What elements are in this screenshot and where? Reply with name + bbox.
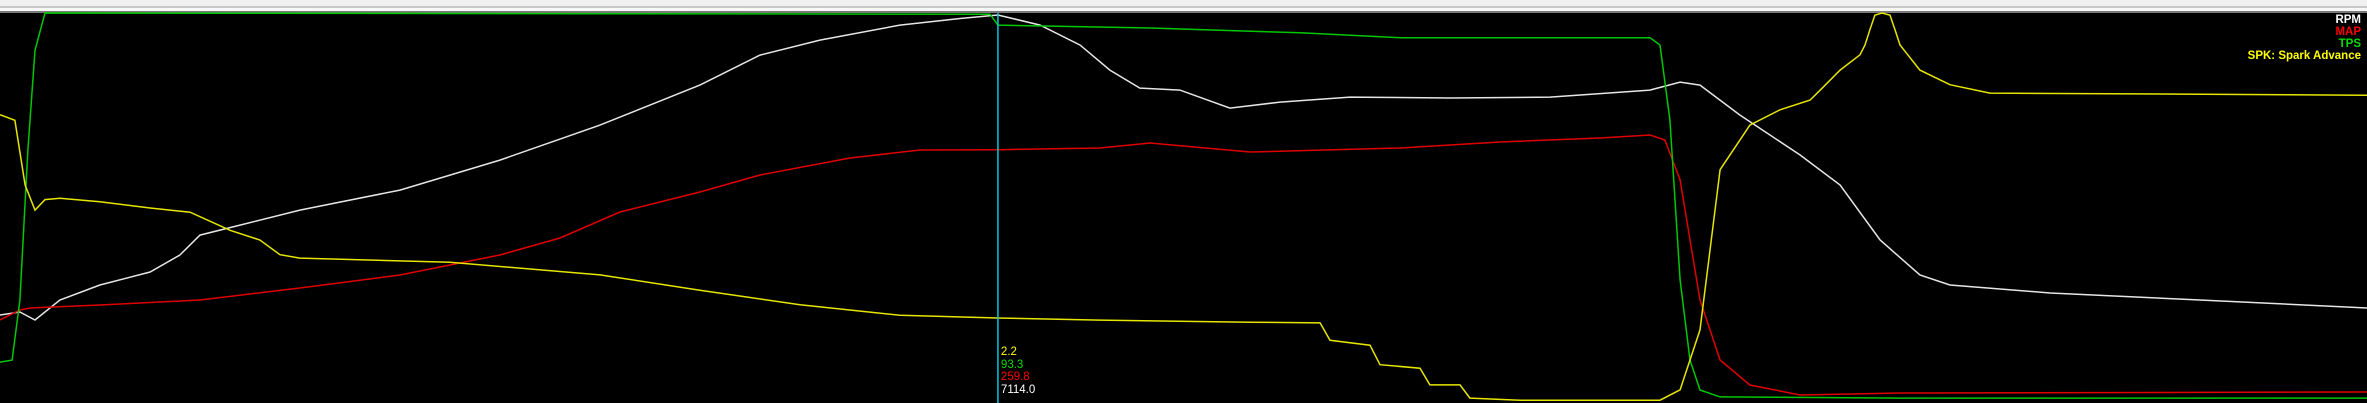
readout-map: 259.8	[1000, 371, 1030, 383]
readout-tps: 93.3	[1000, 358, 1024, 371]
legend: RPM MAP TPS SPK: Spark Advance	[2248, 14, 2361, 62]
legend-map: MAP	[2335, 26, 2361, 38]
legend-rpm: RPM	[2335, 14, 2361, 26]
cursor-readout: 2.2 93.3 259.8 7114.0	[1001, 346, 1035, 396]
series-line-map	[0, 134, 2367, 396]
readout-rpm: 7114.0	[1000, 383, 1036, 396]
legend-tps: TPS	[2338, 38, 2361, 50]
series-line-rpm	[0, 14, 2367, 321]
readout-spk: 2.2	[1000, 346, 1017, 358]
series-line-tps	[0, 12, 2367, 399]
log-chart[interactable]	[0, 0, 2367, 403]
series-line-spk	[0, 12, 2367, 401]
series-layer	[0, 12, 2367, 401]
legend-spk: SPK: Spark Advance	[2247, 50, 2361, 62]
